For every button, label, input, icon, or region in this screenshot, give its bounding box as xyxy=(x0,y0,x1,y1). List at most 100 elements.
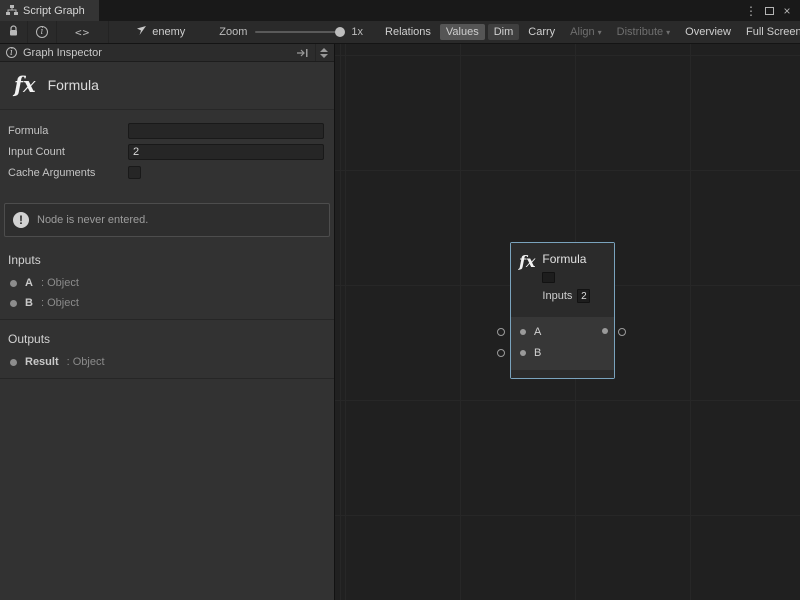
dim-button[interactable]: Dim xyxy=(488,24,520,40)
full-screen-button[interactable]: Full Screen xyxy=(740,24,800,40)
graph-inspector-title: Graph Inspector xyxy=(23,47,102,59)
graph-inspector-panel: i Graph Inspector fx Formula Formula xyxy=(0,44,335,600)
graph-owner-reference[interactable]: enemy xyxy=(135,25,185,39)
port-name: A xyxy=(25,277,33,289)
divider xyxy=(0,378,334,379)
carry-button[interactable]: Carry xyxy=(522,24,561,40)
port-type: : Object xyxy=(67,356,105,368)
output-port-result: Result : Object xyxy=(0,352,334,372)
pointer-icon xyxy=(135,25,147,39)
input-count-field-row: Input Count xyxy=(8,143,324,160)
zoom-slider[interactable] xyxy=(255,31,343,33)
align-label: Align xyxy=(570,26,594,38)
node-settings: Formula Input Count Cache Arguments xyxy=(0,110,334,189)
port-row-a: A xyxy=(511,321,614,342)
lock-button[interactable] xyxy=(0,21,28,43)
zoom-slider-thumb[interactable] xyxy=(335,27,345,37)
port-name: Result xyxy=(25,356,59,368)
code-icon: <> xyxy=(75,26,90,39)
port-type: : Object xyxy=(41,297,79,309)
graph-inspector-header: i Graph Inspector xyxy=(0,44,334,62)
window-menu-button[interactable]: ⋮ xyxy=(743,2,759,20)
output-port-result-dot[interactable] xyxy=(602,328,608,334)
formula-node-ports: A B xyxy=(511,317,614,370)
zoom-value: 1x xyxy=(351,26,363,38)
node-inputs-row: Inputs 2 xyxy=(542,289,590,303)
port-row-b: B xyxy=(511,342,614,363)
cache-arguments-field-row: Cache Arguments xyxy=(8,164,324,181)
relations-button[interactable]: Relations xyxy=(379,24,437,40)
port-name: B xyxy=(25,297,33,309)
chevron-down-icon: ▾ xyxy=(598,28,602,37)
input-port-b: B : Object xyxy=(0,293,334,313)
port-label: A xyxy=(534,326,541,338)
main-area: i Graph Inspector fx Formula Formula xyxy=(0,44,800,600)
fx-icon: fx xyxy=(519,252,535,317)
formula-input[interactable] xyxy=(128,123,324,139)
window-maximize-button[interactable] xyxy=(761,2,777,20)
toolbar-buttons: Relations Values Dim Carry Align ▾ Distr… xyxy=(379,24,800,40)
distribute-label: Distribute xyxy=(617,26,663,38)
input-count-input[interactable] xyxy=(128,144,324,160)
port-label: B xyxy=(534,347,541,359)
external-port-a-icon[interactable] xyxy=(497,328,505,336)
formula-field-row: Formula xyxy=(8,122,324,139)
code-view-button[interactable]: <> xyxy=(57,21,109,43)
input-count-label: Input Count xyxy=(8,146,128,158)
node-footer xyxy=(511,370,614,378)
overview-button[interactable]: Overview xyxy=(679,24,737,40)
tab-bar-spacer xyxy=(99,0,743,21)
port-dot-icon xyxy=(10,359,17,366)
selected-node-title: Formula xyxy=(48,77,99,93)
graph-toolbar: i <> enemy Zoom 1x Relations Values Dim … xyxy=(0,21,800,44)
warning-text: Node is never entered. xyxy=(37,214,148,226)
info-icon: i xyxy=(6,47,17,58)
zoom-label: Zoom xyxy=(219,26,247,38)
warning-icon: ! xyxy=(13,212,29,228)
pane-scroll-buttons[interactable] xyxy=(315,44,332,61)
maximize-icon xyxy=(765,7,774,15)
formula-node[interactable]: fx Formula Inputs 2 A xyxy=(510,242,615,379)
external-port-b-icon[interactable] xyxy=(497,349,505,357)
cache-arguments-checkbox[interactable] xyxy=(128,166,141,179)
values-button[interactable]: Values xyxy=(440,24,485,40)
window-close-button[interactable]: × xyxy=(779,2,795,20)
tab-script-graph[interactable]: Script Graph xyxy=(0,0,99,21)
formula-node-header: fx Formula Inputs 2 xyxy=(511,243,614,317)
scroll-down-icon xyxy=(320,54,328,58)
input-port-a: A : Object xyxy=(0,273,334,293)
input-port-b-dot[interactable] xyxy=(520,350,526,356)
external-port-result-icon[interactable] xyxy=(618,328,626,336)
node-header-content: Formula Inputs 2 xyxy=(542,252,590,317)
scroll-up-icon xyxy=(320,48,328,52)
input-port-a-dot[interactable] xyxy=(520,329,526,335)
node-title: Formula xyxy=(542,252,590,266)
align-dropdown-button[interactable]: Align ▾ xyxy=(564,24,607,40)
fx-icon: fx xyxy=(14,74,36,95)
port-dot-icon xyxy=(10,280,17,287)
inputs-heading: Inputs xyxy=(0,241,334,273)
info-icon: i xyxy=(36,26,48,38)
node-inputs-label: Inputs xyxy=(542,290,572,302)
node-formula-inline-field[interactable] xyxy=(542,272,555,283)
dock-panel-button[interactable] xyxy=(296,48,309,58)
window-controls: ⋮ × xyxy=(743,0,800,21)
graph-canvas[interactable]: fx Formula Inputs 2 A xyxy=(335,44,800,600)
node-input-count-field[interactable]: 2 xyxy=(577,289,590,303)
port-type: : Object xyxy=(41,277,79,289)
graph-owner-label: enemy xyxy=(152,26,185,38)
selected-node-header: fx Formula xyxy=(0,62,334,110)
warning-message: ! Node is never entered. xyxy=(4,203,330,237)
port-dot-icon xyxy=(10,300,17,307)
graph-inspector-toggle-button[interactable]: i xyxy=(28,21,57,43)
formula-field-label: Formula xyxy=(8,125,128,137)
outputs-heading: Outputs xyxy=(0,320,334,352)
lock-icon xyxy=(8,25,19,40)
cache-arguments-label: Cache Arguments xyxy=(8,167,128,179)
zoom-control: Zoom 1x xyxy=(219,26,363,38)
distribute-dropdown-button[interactable]: Distribute ▾ xyxy=(611,24,676,40)
chevron-down-icon: ▾ xyxy=(666,28,670,37)
window-tab-bar: Script Graph ⋮ × xyxy=(0,0,800,21)
script-graph-icon xyxy=(6,5,18,16)
tab-label: Script Graph xyxy=(23,5,85,17)
